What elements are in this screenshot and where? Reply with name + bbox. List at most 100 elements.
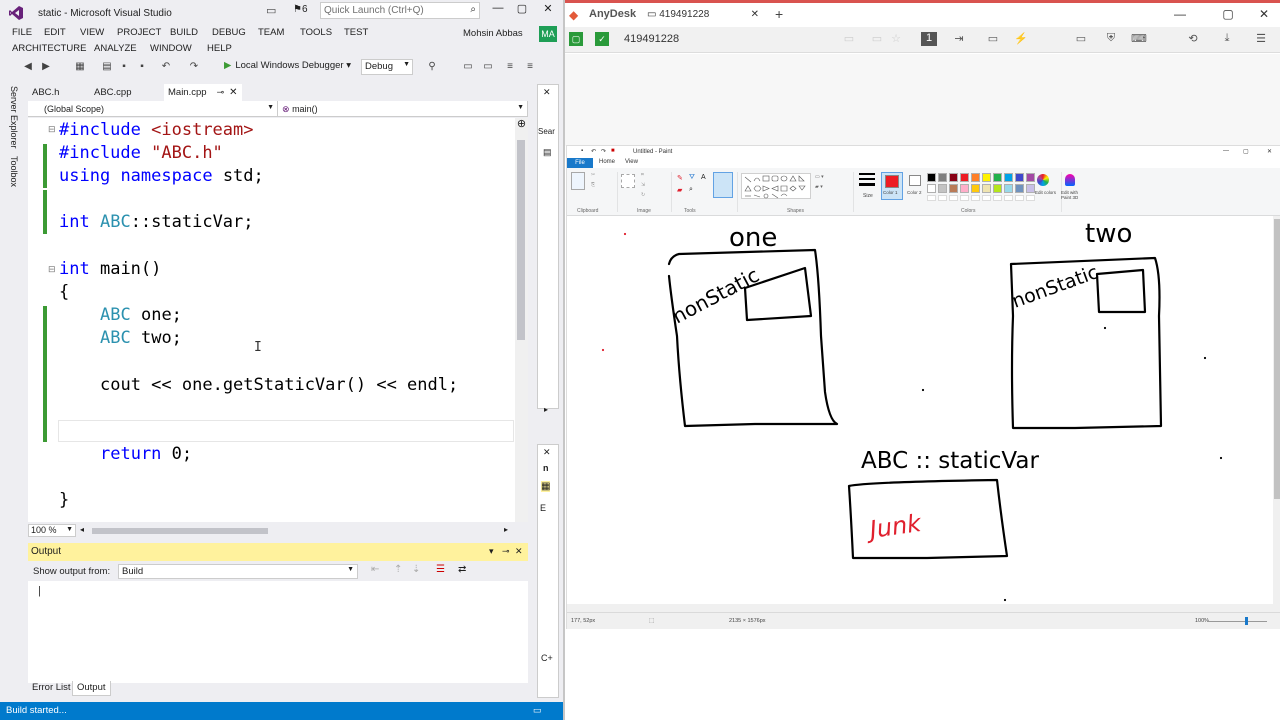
scroll-left-icon[interactable]: ◂ xyxy=(80,525,84,534)
menu-help[interactable]: HELP xyxy=(207,43,232,54)
panel-icon[interactable]: ▦ xyxy=(541,481,551,492)
save-all-icon[interactable]: ▪ xyxy=(136,61,148,73)
close-button[interactable]: ✕ xyxy=(1249,7,1279,21)
menu-tools[interactable]: TOOLS xyxy=(300,27,332,38)
open-file-icon[interactable]: ▤ xyxy=(101,61,113,73)
close-button[interactable]: ✕ xyxy=(1267,148,1273,155)
menu-debug[interactable]: DEBUG xyxy=(212,27,246,38)
fill-shape-icon[interactable]: ▰ ▾ xyxy=(815,184,823,190)
member-select[interactable]: ⊗ main() ▼ xyxy=(278,101,528,117)
palette-swatch[interactable] xyxy=(993,173,1002,182)
split-icon[interactable]: ⊕ xyxy=(516,118,527,130)
forward-icon[interactable]: ▶ xyxy=(40,61,52,73)
brushes-icon[interactable] xyxy=(713,172,733,198)
custom-swatch[interactable] xyxy=(949,195,958,201)
session-tab[interactable]: ▭ 419491228 ✕ xyxy=(641,6,767,26)
status-icon[interactable]: ▭ xyxy=(533,705,542,716)
maximize-button[interactable]: ▢ xyxy=(511,2,533,20)
quick-launch-input[interactable]: Quick Launch (Ctrl+Q) ⌕ xyxy=(320,2,480,19)
palette-swatch[interactable] xyxy=(927,173,936,182)
next-message-icon[interactable]: ⇣ xyxy=(412,564,420,575)
outline-icon[interactable]: ▭ ▾ xyxy=(815,174,824,180)
actions-icon[interactable]: ⚡ xyxy=(1013,32,1029,46)
verified-icon[interactable]: ✓ xyxy=(595,32,609,46)
resize-icon[interactable]: ⇲ xyxy=(641,182,645,188)
output-source-select[interactable]: Build ▼ xyxy=(118,564,358,579)
user-name[interactable]: Mohsin Abbas xyxy=(463,28,523,39)
palette-swatch[interactable] xyxy=(982,184,991,193)
tab-error-list[interactable]: Error List xyxy=(28,681,75,696)
custom-swatch[interactable] xyxy=(982,195,991,201)
paint-vertical-scrollbar[interactable] xyxy=(1273,216,1280,612)
display-icon[interactable]: ▭ xyxy=(1073,32,1089,46)
text-icon[interactable]: A xyxy=(701,174,706,181)
transfer-icon[interactable]: ⇥ xyxy=(951,32,967,46)
close-icon[interactable]: ✕ xyxy=(751,9,759,20)
paint-horizontal-scrollbar[interactable] xyxy=(567,604,1273,612)
paint-undo-icon[interactable]: ↶ xyxy=(591,148,597,155)
properties-panel[interactable]: ✕ n ▦ E C+ xyxy=(537,444,559,698)
find-message-icon[interactable]: ⇤ xyxy=(371,564,379,575)
pin-icon[interactable]: ⊸ xyxy=(502,546,510,557)
paint-redo-icon[interactable]: ↷ xyxy=(601,148,607,155)
editor-vertical-scrollbar[interactable]: ⊕ xyxy=(515,118,528,522)
zoom-slider-thumb[interactable] xyxy=(1245,617,1248,625)
custom-swatch[interactable] xyxy=(971,195,980,201)
undo-icon[interactable]: ↶ xyxy=(160,61,172,73)
scroll-right-icon[interactable]: ▸ xyxy=(504,525,508,534)
new-project-icon[interactable]: ▦ xyxy=(74,61,86,73)
palette-swatch[interactable] xyxy=(971,173,980,182)
custom-swatch[interactable] xyxy=(1004,195,1013,201)
custom-swatch[interactable] xyxy=(938,195,947,201)
palette-swatch[interactable] xyxy=(949,173,958,182)
scroll-thumb[interactable] xyxy=(1274,219,1280,499)
tab-abc-cpp[interactable]: ABC.cpp xyxy=(90,84,136,101)
palette-swatch[interactable] xyxy=(938,173,947,182)
display-1-icon[interactable]: 1 xyxy=(921,32,937,46)
fill-icon[interactable]: ⛛ xyxy=(689,174,695,182)
save-icon[interactable]: ▪ xyxy=(118,61,130,73)
back-icon[interactable]: ◀ xyxy=(22,61,34,73)
minimize-button[interactable]: — xyxy=(1223,148,1229,154)
solution-explorer-panel[interactable]: ✕ Sear ▤ ▸ xyxy=(537,84,559,414)
paint-save-icon[interactable]: ▪ xyxy=(581,148,587,154)
paint3d-icon[interactable] xyxy=(1065,174,1075,186)
menu-window[interactable]: WINDOW xyxy=(150,43,192,54)
close-icon[interactable]: ✕ xyxy=(543,87,551,98)
palette-swatch[interactable] xyxy=(1015,184,1024,193)
menu-file[interactable]: FILE xyxy=(12,27,32,38)
palette-swatch[interactable] xyxy=(1004,173,1013,182)
close-button[interactable]: ✕ xyxy=(537,2,559,20)
clear-all-icon[interactable]: ☰ xyxy=(436,564,445,575)
paint-home-tab[interactable]: Home xyxy=(599,159,615,165)
comment-icon[interactable]: ≡ xyxy=(504,61,516,73)
menu-project[interactable]: PROJECT xyxy=(117,27,161,38)
dropdown-icon[interactable]: ▾ xyxy=(489,546,494,557)
toolbar-icon-a[interactable]: ▭ xyxy=(462,61,474,73)
menu-edit[interactable]: EDIT xyxy=(44,27,66,38)
zoom-select[interactable]: 100 % ▼ xyxy=(28,524,76,537)
scroll-right-icon[interactable]: ▸ xyxy=(544,405,548,414)
start-debugging-button[interactable]: ▶ Local Windows Debugger ▾ xyxy=(224,60,351,71)
tab-output[interactable]: Output xyxy=(72,681,111,696)
custom-swatch[interactable] xyxy=(1026,195,1035,201)
palette-swatch[interactable] xyxy=(971,184,980,193)
scope-select[interactable]: (Global Scope) ▼ xyxy=(28,101,278,117)
edit-colors-icon[interactable] xyxy=(1037,174,1049,186)
palette-swatch[interactable] xyxy=(949,184,958,193)
avatar[interactable]: MA xyxy=(539,26,557,42)
menu-build[interactable]: BUILD xyxy=(170,27,198,38)
prev-message-icon[interactable]: ⇡ xyxy=(394,564,402,575)
code-editor[interactable]: ⊟ ⊟ #include <iostream> #include "ABC.h"… xyxy=(28,118,518,522)
copy-icon[interactable]: ⎘ xyxy=(591,182,595,188)
palette-swatch[interactable] xyxy=(982,173,991,182)
paint-canvas[interactable]: one two nonStatic nonStatic ABC :: stati… xyxy=(567,216,1273,604)
palette-swatch[interactable] xyxy=(960,173,969,182)
close-icon[interactable]: ✕ xyxy=(543,447,551,458)
find-icon[interactable]: ⚲ xyxy=(426,61,438,73)
shapes-gallery[interactable] xyxy=(741,173,811,199)
paste-icon[interactable] xyxy=(571,172,585,190)
menu-view[interactable]: VIEW xyxy=(80,27,104,38)
custom-swatch[interactable] xyxy=(1015,195,1024,201)
minimize-button[interactable]: — xyxy=(487,2,509,20)
